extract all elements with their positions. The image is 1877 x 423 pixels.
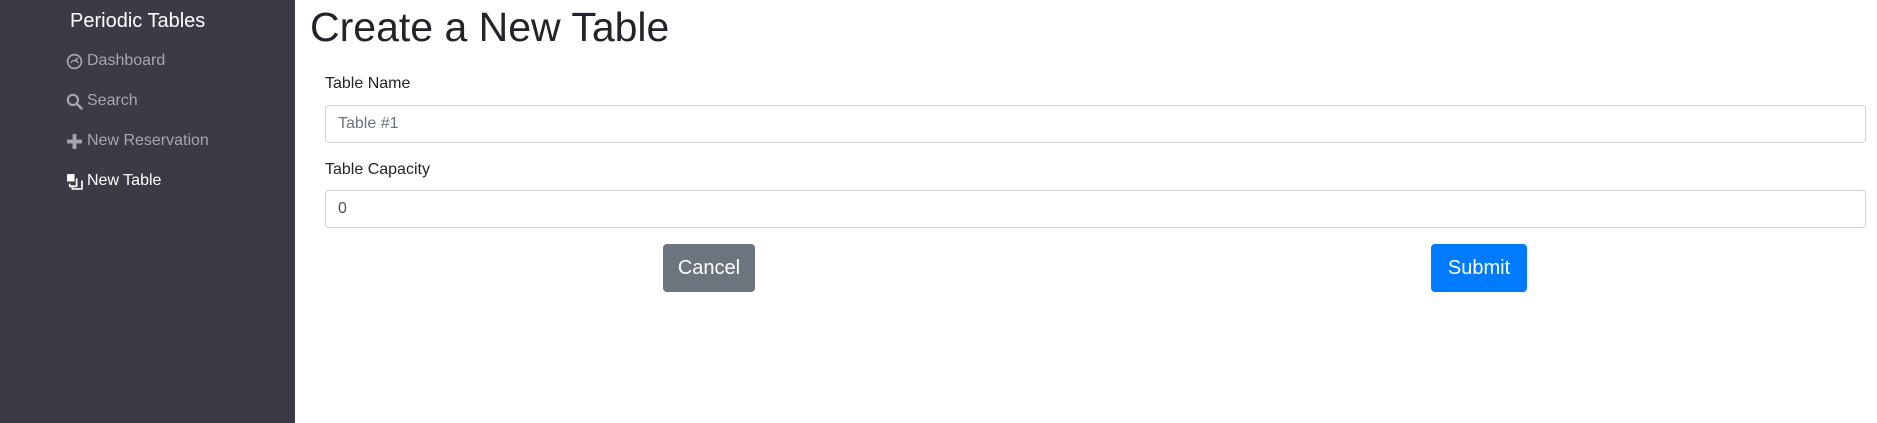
search-icon — [65, 92, 83, 110]
dashboard-icon — [65, 52, 83, 70]
sidebar: Periodic Tables Dashboard Search New Res… — [0, 0, 295, 423]
sidebar-item-new-reservation[interactable]: New Reservation — [65, 129, 209, 153]
sidebar-item-label: Search — [87, 92, 138, 109]
sidebar-item-new-table[interactable]: New Table — [65, 169, 161, 193]
brand-title[interactable]: Periodic Tables — [70, 8, 205, 34]
page-title: Create a New Table — [310, 4, 670, 50]
sidebar-item-label: New Table — [87, 172, 162, 189]
table-capacity-label: Table Capacity — [325, 161, 430, 178]
app-window: Periodic Tables Dashboard Search New Res… — [0, 0, 1877, 423]
sidebar-item-label: New Reservation — [87, 132, 209, 149]
cancel-button[interactable]: Cancel — [663, 244, 755, 292]
sidebar-item-search[interactable]: Search — [65, 89, 138, 113]
main-content: Create a New Table Table Name Table Capa… — [295, 0, 1877, 423]
submit-button[interactable]: Submit — [1431, 244, 1527, 292]
sidebar-item-label: Dashboard — [87, 52, 166, 69]
sidebar-item-dashboard[interactable]: Dashboard — [65, 49, 165, 73]
plus-icon — [65, 132, 83, 150]
layers-icon — [65, 172, 83, 190]
table-name-input[interactable] — [325, 105, 1866, 143]
table-name-label: Table Name — [325, 75, 411, 92]
table-capacity-input[interactable] — [325, 190, 1866, 228]
